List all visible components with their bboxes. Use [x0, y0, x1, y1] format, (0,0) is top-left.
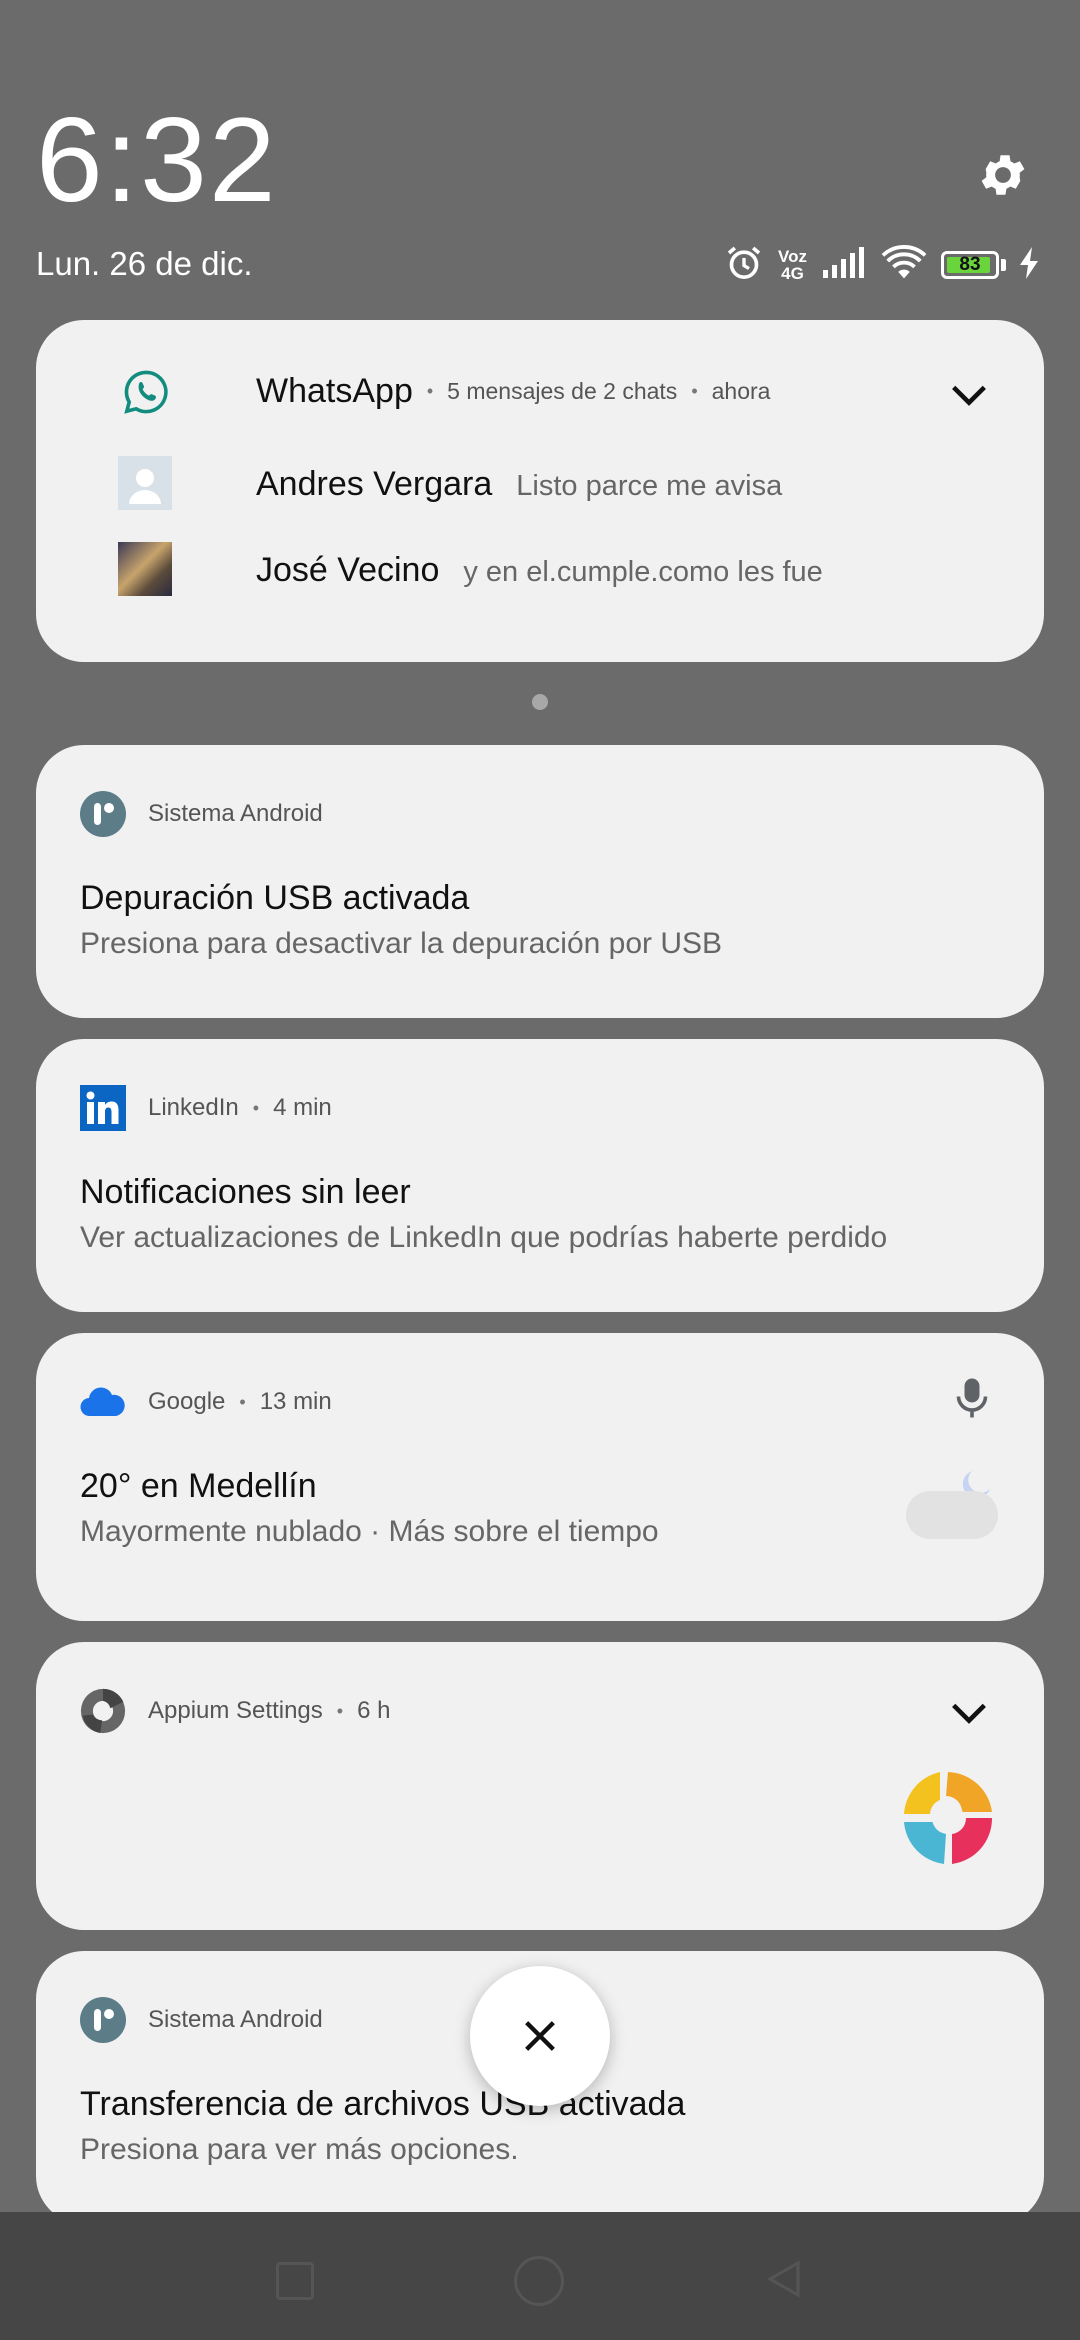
- notification-body: Presiona para ver más opciones.: [80, 2133, 519, 2166]
- clock: 6:32: [36, 93, 278, 227]
- partly-cloudy-night-icon: [902, 1463, 1002, 1548]
- appium-settings-notification[interactable]: Appium Settings • 6 h: [36, 1642, 1044, 1930]
- notification-body: Ver actualizaciones de LinkedIn que podr…: [80, 1221, 888, 1254]
- chevron-down-icon[interactable]: [946, 1690, 992, 1736]
- summary: 5 mensajes de 2 chats: [447, 378, 678, 404]
- page-indicator: [532, 694, 548, 710]
- android-system-icon: [80, 1997, 126, 2043]
- avatar: [118, 542, 172, 596]
- cloud-icon: [80, 1379, 126, 1425]
- app-name: Sistema Android: [148, 800, 323, 827]
- clear-all-button[interactable]: [470, 1966, 610, 2106]
- linkedin-icon: [80, 1085, 126, 1131]
- app-name: WhatsApp: [256, 372, 413, 410]
- avatar: [118, 456, 172, 510]
- whatsapp-icon: [122, 368, 170, 421]
- timestamp: ahora: [711, 378, 771, 404]
- app-name: Sistema Android: [148, 2006, 323, 2033]
- battery-indicator: 83: [940, 251, 999, 279]
- app-name: LinkedIn: [148, 1094, 239, 1121]
- status-bar: Voz 4G 83: [724, 240, 1040, 290]
- date: Lun. 26 de dic.: [36, 245, 253, 282]
- back-button[interactable]: [766, 2260, 802, 2303]
- recents-button[interactable]: [276, 2262, 314, 2300]
- appium-logo: [896, 1766, 1000, 1875]
- home-button[interactable]: [514, 2256, 564, 2306]
- google-weather-notification[interactable]: Google • 13 min 20° en Medellín Mayormen…: [36, 1333, 1044, 1621]
- timestamp: 4 min: [273, 1094, 332, 1121]
- timestamp: 6 h: [357, 1697, 391, 1724]
- appium-icon: [80, 1688, 126, 1734]
- notification-title: Depuración USB activada: [80, 879, 470, 917]
- app-name: Google: [148, 1388, 226, 1415]
- charging-icon: [1019, 246, 1040, 284]
- chevron-down-icon[interactable]: [946, 372, 992, 418]
- notification-title: 20° en Medellín: [80, 1467, 317, 1505]
- navigation-bar: [0, 2212, 1080, 2340]
- wifi-icon: [881, 244, 927, 286]
- notification-body: Presiona para desactivar la depuración p…: [80, 927, 723, 960]
- gear-icon[interactable]: [976, 148, 1030, 202]
- usb-debugging-notification[interactable]: Sistema Android Depuración USB activada …: [36, 745, 1044, 1018]
- signal-icon: [821, 246, 867, 285]
- microphone-icon[interactable]: [954, 1375, 990, 1426]
- android-system-icon: [80, 791, 126, 837]
- timestamp: 13 min: [259, 1388, 332, 1415]
- network-type: Voz 4G: [778, 247, 807, 283]
- list-item: Andres Vergara Listo parce me avisa: [256, 465, 783, 503]
- whatsapp-notification[interactable]: WhatsApp • 5 mensajes de 2 chats • ahora…: [36, 320, 1044, 662]
- notification-title: Notificaciones sin leer: [80, 1173, 411, 1211]
- linkedin-notification[interactable]: LinkedIn • 4 min Notificaciones sin leer…: [36, 1039, 1044, 1312]
- notification-body: Mayormente nublado · Más sobre el tiempo: [80, 1515, 659, 1548]
- list-item: José Vecino y en el.cumple.como les fue: [256, 551, 823, 589]
- notification-title: Transferencia de archivos USB activada: [80, 2085, 686, 2123]
- alarm-icon: [724, 243, 764, 288]
- close-icon: [525, 2021, 555, 2051]
- app-name: Appium Settings: [148, 1697, 323, 1724]
